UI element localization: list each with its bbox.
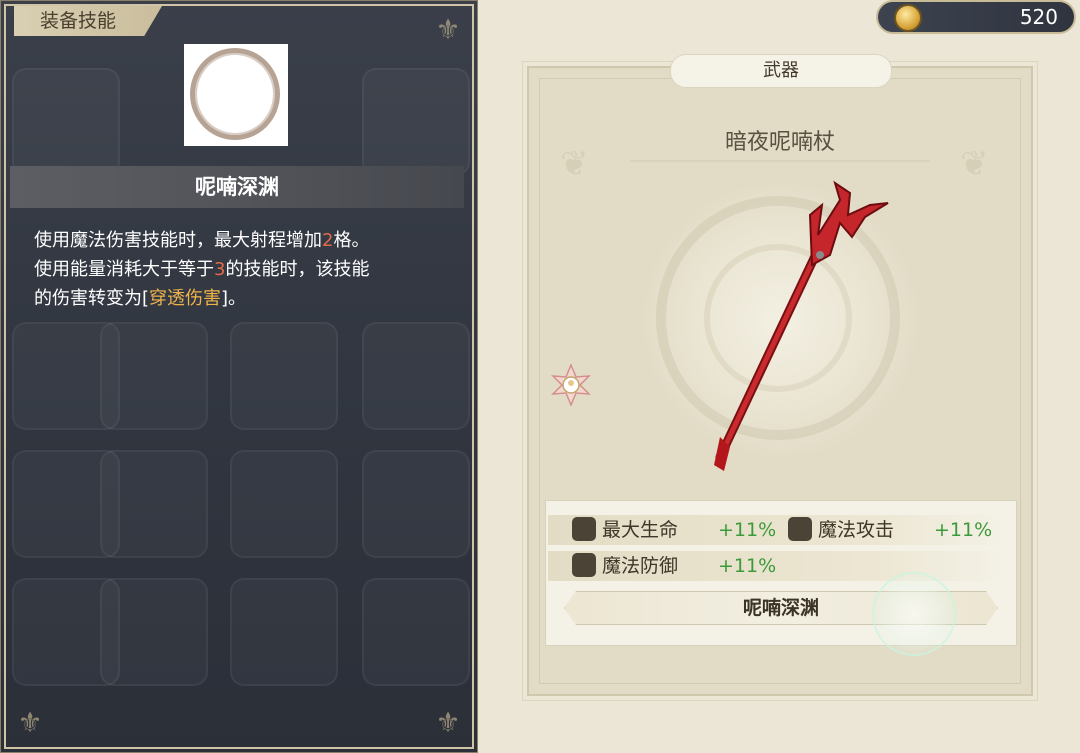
stat-value: +11% <box>718 555 777 577</box>
ring-icon <box>190 48 280 140</box>
currency-amount: 520 <box>1019 5 1058 29</box>
stat-value: +11% <box>934 519 993 541</box>
skill-tab-label: 装备技能 <box>14 6 162 36</box>
equipment-name: 暗夜呢喃杖 <box>724 130 835 155</box>
skill-description: 使用魔法伤害技能时，最大射程增加2格。 使用能量消耗大于等于3的技能时，该技能 … <box>34 226 454 313</box>
skill-name: 呢喃深渊 <box>10 166 464 208</box>
corner-ornament-icon: ⚜ <box>435 706 461 739</box>
grid-slot <box>362 322 470 430</box>
stat-magic-attack: 魔法攻击 +11% <box>788 515 992 545</box>
staff-weapon-icon <box>714 180 889 471</box>
corner-ornament-icon: ⚜ <box>17 706 43 739</box>
energy-value: 3 <box>214 259 226 280</box>
grid-slot <box>100 450 208 558</box>
grid-slot <box>362 68 470 176</box>
heart-icon <box>572 516 596 541</box>
grid-slot <box>230 322 338 430</box>
grid-slot <box>230 450 338 558</box>
stat-magic-defense: 魔法防御 +11% <box>572 551 776 581</box>
grid-slot <box>100 322 208 430</box>
damage-type-keyword[interactable]: 穿透伤害 <box>149 288 221 309</box>
touch-glow-indicator <box>872 572 956 656</box>
skill-icon <box>184 44 288 146</box>
currency-display: 520 <box>876 0 1076 34</box>
flourish-right-icon: ❦ <box>960 144 989 184</box>
equipment-badge-icon[interactable] <box>550 364 592 406</box>
grid-slot <box>362 450 470 558</box>
corner-ornament-icon: ⚜ <box>435 13 461 46</box>
divider <box>630 160 930 162</box>
equipment-category: 武器 <box>670 54 892 88</box>
hat-icon <box>572 552 596 577</box>
description-line-3: 的伤害转变为[穿透伤害]。 <box>34 288 247 309</box>
wand-icon <box>788 516 812 541</box>
flourish-left-icon: ❦ <box>560 144 589 184</box>
grid-slot <box>362 578 470 686</box>
coin-icon <box>894 4 922 32</box>
grid-slot <box>12 68 120 176</box>
grid-slot <box>230 578 338 686</box>
description-line-1: 使用魔法伤害技能时，最大射程增加2格。 <box>34 230 370 251</box>
stat-value: +11% <box>718 519 777 541</box>
grid-slot <box>100 578 208 686</box>
stat-max-hp: 最大生命 +11% <box>572 515 776 545</box>
description-line-2: 使用能量消耗大于等于3的技能时，该技能 <box>34 259 370 280</box>
range-value: 2 <box>322 230 334 251</box>
